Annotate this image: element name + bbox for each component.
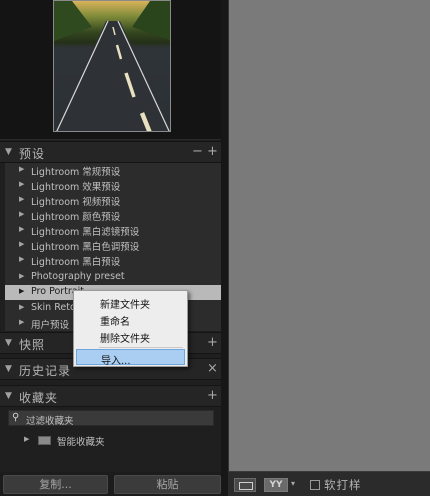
preset-folder-label: Lightroom 常规预设 bbox=[31, 167, 121, 178]
preset-folder-label: Lightroom 颜色预设 bbox=[31, 212, 121, 223]
preset-folder[interactable]: ▶ Lightroom 黑白色调预设 bbox=[5, 238, 221, 253]
presets-title: 预设 bbox=[19, 147, 46, 161]
soft-proof-label: 软打样 bbox=[324, 478, 362, 492]
expand-arrow-icon[interactable]: ▶ bbox=[19, 195, 24, 203]
panel-scroll-strip[interactable] bbox=[221, 0, 228, 496]
menu-item-new-folder[interactable]: 新建文件夹 bbox=[76, 294, 185, 311]
left-panel: ▼ 预设 − + ▶ Lightroom 常规预设 ▶ Lightroom 效果… bbox=[0, 0, 228, 496]
collection-filter-placeholder: 过滤收藏夹 bbox=[26, 416, 74, 427]
expand-arrow-icon[interactable]: ▶ bbox=[19, 303, 24, 311]
menu-item-delete-folder[interactable]: 删除文件夹 bbox=[76, 328, 185, 345]
preset-folder[interactable]: ▶ Lightroom 效果预设 bbox=[5, 178, 221, 193]
preset-folder[interactable]: ▶ Lightroom 常规预设 bbox=[5, 163, 221, 178]
before-after-compare-icon[interactable]: YY bbox=[264, 478, 288, 492]
expand-arrow-icon[interactable]: ▶ bbox=[19, 318, 24, 326]
loupe-view-icon[interactable] bbox=[234, 478, 256, 492]
history-title: 历史记录 bbox=[19, 364, 72, 378]
preset-folder[interactable]: ▶ Photography preset bbox=[5, 270, 221, 285]
preset-folder-label: 用户预设 bbox=[31, 320, 70, 331]
preset-folder[interactable]: ▶ Lightroom 黑白滤镜预设 bbox=[5, 223, 221, 238]
expand-arrow-icon[interactable]: ▶ bbox=[24, 435, 29, 443]
clear-history-button[interactable]: × bbox=[207, 361, 218, 376]
menu-item-label: 导入... bbox=[101, 356, 131, 367]
copy-settings-button[interactable]: 复制... bbox=[3, 475, 108, 494]
soft-proof-checkbox[interactable] bbox=[310, 480, 320, 490]
image-canvas-area[interactable] bbox=[228, 0, 430, 471]
preset-folder[interactable]: ▶ Lightroom 视频预设 bbox=[5, 193, 221, 208]
preset-folder[interactable]: ▶ Lightroom 颜色预设 bbox=[5, 208, 221, 223]
menu-item-label: 重命名 bbox=[100, 317, 130, 328]
menu-item-import[interactable]: 导入... bbox=[76, 349, 185, 367]
remove-preset-button[interactable]: − bbox=[192, 144, 203, 159]
expand-arrow-icon[interactable]: ▶ bbox=[19, 180, 24, 188]
search-icon: ⚲ bbox=[12, 412, 20, 423]
photo-thumbnail[interactable] bbox=[53, 0, 171, 132]
chevron-down-icon[interactable]: ▾ bbox=[291, 479, 295, 488]
collection-set-icon bbox=[38, 436, 51, 445]
expand-arrow-icon[interactable]: ▶ bbox=[19, 225, 24, 233]
preset-folder-label: Lightroom 黑白预设 bbox=[31, 257, 121, 268]
expand-arrow-icon[interactable]: ▶ bbox=[19, 272, 24, 280]
collection-filter-input[interactable]: ⚲ 过滤收藏夹 bbox=[8, 410, 214, 427]
paste-settings-button[interactable]: 粘贴 bbox=[114, 475, 221, 494]
smart-collection-label: 智能收藏夹 bbox=[57, 437, 105, 448]
preset-folder-label: Photography preset bbox=[31, 271, 125, 282]
add-collection-button[interactable]: + bbox=[207, 388, 218, 403]
collapse-triangle-icon[interactable]: ▼ bbox=[5, 364, 12, 374]
collapse-triangle-icon[interactable]: ▼ bbox=[5, 338, 12, 348]
expand-arrow-icon[interactable]: ▶ bbox=[19, 240, 24, 248]
menu-item-label: 删除文件夹 bbox=[100, 334, 150, 345]
menu-item-label: 新建文件夹 bbox=[100, 300, 150, 311]
presets-header[interactable]: ▼ 预设 − + bbox=[0, 141, 222, 163]
preset-folder-label: Lightroom 黑白滤镜预设 bbox=[31, 227, 140, 238]
preset-folder-label: Lightroom 效果预设 bbox=[31, 182, 121, 193]
expand-arrow-icon[interactable]: ▶ bbox=[19, 255, 24, 263]
expand-arrow-icon[interactable]: ▶ bbox=[19, 210, 24, 218]
expand-arrow-icon[interactable]: ▶ bbox=[19, 165, 24, 173]
expand-arrow-icon[interactable]: ▶ bbox=[19, 287, 24, 295]
snapshots-title: 快照 bbox=[19, 338, 46, 352]
add-snapshot-button[interactable]: + bbox=[207, 335, 218, 350]
preset-folder-label: Lightroom 视频预设 bbox=[31, 197, 121, 208]
collections-header[interactable]: ▼ 收藏夹 + bbox=[0, 385, 222, 407]
bottom-toolbar: YY ▾ 软打样 bbox=[228, 471, 430, 496]
menu-item-rename[interactable]: 重命名 bbox=[76, 311, 185, 328]
context-menu: 新建文件夹 重命名 删除文件夹 导入... bbox=[73, 290, 188, 367]
collapse-triangle-icon[interactable]: ▼ bbox=[5, 391, 12, 401]
collapse-triangle-icon[interactable]: ▼ bbox=[5, 147, 12, 157]
menu-separator bbox=[99, 347, 183, 348]
preset-folder-label: Lightroom 黑白色调预设 bbox=[31, 242, 140, 253]
add-preset-button[interactable]: + bbox=[207, 144, 218, 159]
bottom-button-bar: 复制... 粘贴 bbox=[0, 472, 228, 496]
smart-collection-item[interactable]: ▶ 智能收藏夹 bbox=[5, 432, 221, 448]
preset-folder[interactable]: ▶ Lightroom 黑白预设 bbox=[5, 253, 221, 268]
collections-title: 收藏夹 bbox=[19, 391, 59, 405]
navigator-preview bbox=[0, 0, 222, 140]
